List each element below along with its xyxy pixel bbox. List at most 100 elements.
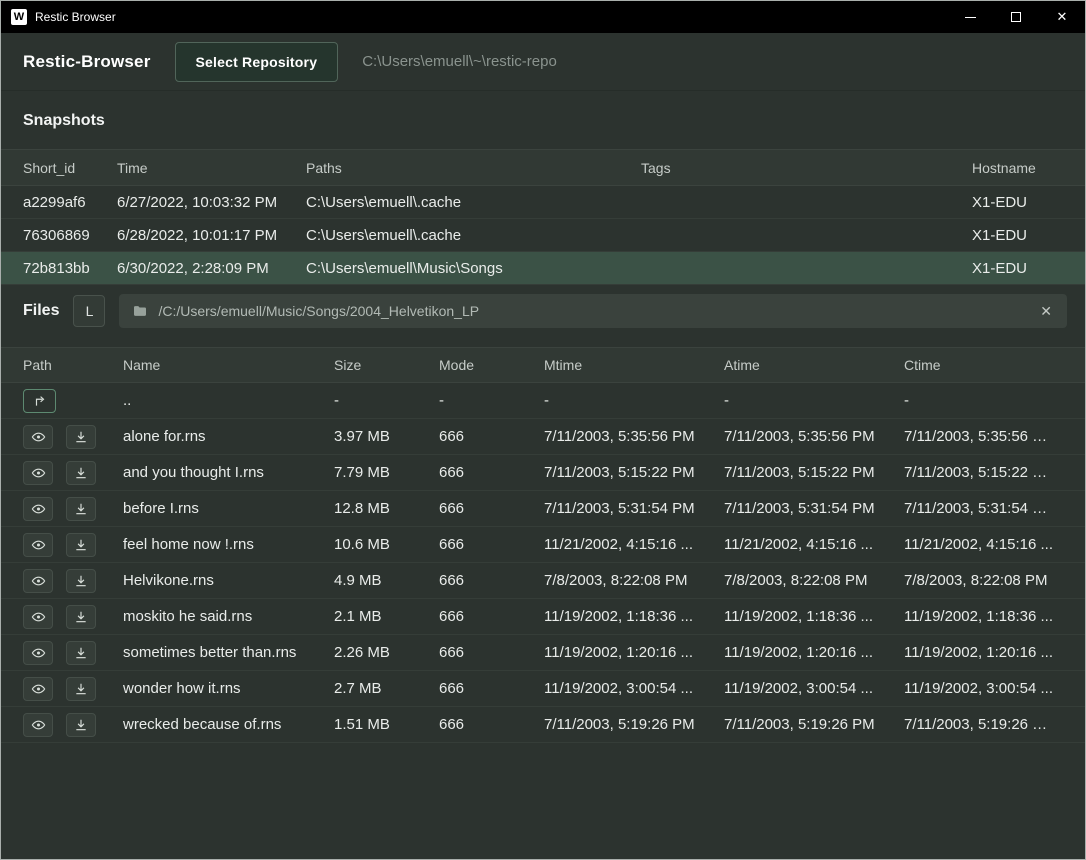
eye-icon — [30, 718, 47, 732]
parent-dir-mtime: - — [544, 392, 724, 409]
file-size: 2.26 MB — [334, 644, 439, 661]
preview-file-button[interactable] — [23, 677, 53, 701]
app-brand: Restic-Browser — [23, 52, 151, 72]
eye-icon — [30, 430, 47, 444]
eye-icon — [30, 610, 47, 624]
file-ctime: 11/19/2002, 3:00:54 ... — [904, 680, 1063, 697]
preview-file-button[interactable] — [23, 713, 53, 737]
file-ctime: 11/21/2002, 4:15:16 ... — [904, 536, 1063, 553]
files-col-name: Name — [123, 357, 334, 373]
preview-file-button[interactable] — [23, 425, 53, 449]
files-bar: Files L /C:/Users/emuell/Music/Songs/200… — [1, 285, 1085, 337]
download-file-button[interactable] — [66, 641, 96, 665]
eye-icon — [30, 646, 47, 660]
file-mtime: 11/19/2002, 1:20:16 ... — [544, 644, 724, 661]
snapshot-row[interactable]: 76306869 6/28/2022, 10:01:17 PM C:\Users… — [1, 219, 1085, 252]
file-path-input[interactable]: /C:/Users/emuell/Music/Songs/2004_Helvet… — [119, 294, 1067, 328]
go-to-parent-button[interactable] — [23, 389, 56, 413]
repo-header: Restic-Browser Select Repository C:\User… — [1, 33, 1085, 91]
file-name: and you thought I.rns — [123, 464, 334, 481]
file-atime: 7/11/2003, 5:31:54 PM — [724, 500, 904, 517]
download-file-button[interactable] — [66, 461, 96, 485]
app-logo-icon: W — [11, 9, 27, 25]
folder-icon — [132, 303, 148, 319]
app-window: W Restic Browser ✕ Restic-Browser Select… — [0, 0, 1086, 860]
snapshot-time: 6/30/2022, 2:28:09 PM — [117, 260, 306, 277]
snapshot-short-id: a2299af6 — [23, 194, 117, 211]
file-mtime: 7/11/2003, 5:15:22 PM — [544, 464, 724, 481]
file-name: wonder how it.rns — [123, 680, 334, 697]
file-atime: 11/19/2002, 1:20:16 ... — [724, 644, 904, 661]
file-mode: 666 — [439, 608, 544, 625]
file-row: before I.rns 12.8 MB 666 7/11/2003, 5:31… — [1, 491, 1085, 527]
preview-file-button[interactable] — [23, 497, 53, 521]
preview-file-button[interactable] — [23, 533, 53, 557]
file-mtime: 11/19/2002, 3:00:54 ... — [544, 680, 724, 697]
snapshot-paths: C:\Users\emuell\.cache — [306, 194, 641, 211]
files-col-ctime: Ctime — [904, 357, 1063, 373]
snapshot-time: 6/27/2022, 10:03:32 PM — [117, 194, 306, 211]
download-file-button[interactable] — [66, 605, 96, 629]
snapshots-col-short-id: Short_id — [23, 160, 117, 176]
file-row: sometimes better than.rns 2.26 MB 666 11… — [1, 635, 1085, 671]
download-file-button[interactable] — [66, 569, 96, 593]
download-file-button[interactable] — [66, 533, 96, 557]
files-root-button[interactable]: L — [73, 295, 105, 327]
preview-file-button[interactable] — [23, 641, 53, 665]
file-atime: 7/11/2003, 5:35:56 PM — [724, 428, 904, 445]
download-icon — [74, 646, 88, 660]
file-mtime: 7/11/2003, 5:35:56 PM — [544, 428, 724, 445]
window-title: Restic Browser — [35, 10, 116, 24]
files-title: Files — [23, 302, 59, 320]
titlebar-left: W Restic Browser — [1, 9, 947, 25]
snapshots-col-paths: Paths — [306, 160, 641, 176]
snapshots-col-hostname: Hostname — [972, 160, 1063, 176]
snapshot-row[interactable]: a2299af6 6/27/2022, 10:03:32 PM C:\Users… — [1, 186, 1085, 219]
download-icon — [74, 466, 88, 480]
minimize-button[interactable] — [947, 1, 993, 33]
snapshot-row[interactable]: 72b813bb 6/30/2022, 2:28:09 PM C:\Users\… — [1, 252, 1085, 285]
file-size: 2.1 MB — [334, 608, 439, 625]
file-atime: 7/11/2003, 5:19:26 PM — [724, 716, 904, 733]
file-row: Helvikone.rns 4.9 MB 666 7/8/2003, 8:22:… — [1, 563, 1085, 599]
close-button[interactable]: ✕ — [1039, 1, 1085, 33]
files-col-size: Size — [334, 357, 439, 373]
file-name: feel home now !.rns — [123, 536, 334, 553]
download-file-button[interactable] — [66, 677, 96, 701]
file-atime: 11/19/2002, 1:18:36 ... — [724, 608, 904, 625]
file-mode: 666 — [439, 572, 544, 589]
file-size: 7.79 MB — [334, 464, 439, 481]
download-file-button[interactable] — [66, 425, 96, 449]
file-row: feel home now !.rns 10.6 MB 666 11/21/20… — [1, 527, 1085, 563]
download-file-button[interactable] — [66, 497, 96, 521]
files-body: alone for.rns 3.97 MB 666 7/11/2003, 5:3… — [1, 419, 1085, 743]
snapshot-short-id: 76306869 — [23, 227, 117, 244]
files-col-mtime: Mtime — [544, 357, 724, 373]
preview-file-button[interactable] — [23, 461, 53, 485]
snapshot-hostname: X1-EDU — [972, 194, 1063, 211]
files-table-header: Path Name Size Mode Mtime Atime Ctime — [1, 347, 1085, 383]
download-file-button[interactable] — [66, 713, 96, 737]
file-name: moskito he said.rns — [123, 608, 334, 625]
download-icon — [74, 430, 88, 444]
snapshot-hostname: X1-EDU — [972, 260, 1063, 277]
snapshots-body: a2299af6 6/27/2022, 10:03:32 PM C:\Users… — [1, 186, 1085, 285]
clear-path-button[interactable]: ✕ — [1038, 303, 1054, 320]
file-size: 12.8 MB — [334, 500, 439, 517]
snapshots-title: Snapshots — [1, 91, 1085, 149]
parent-dir-ctime: - — [904, 392, 1063, 409]
file-ctime: 7/11/2003, 5:35:56 PM — [904, 428, 1063, 445]
snapshot-paths: C:\Users\emuell\.cache — [306, 227, 641, 244]
preview-file-button[interactable] — [23, 569, 53, 593]
file-mode: 666 — [439, 428, 544, 445]
file-row: wrecked because of.rns 1.51 MB 666 7/11/… — [1, 707, 1085, 743]
file-size: 4.9 MB — [334, 572, 439, 589]
maximize-button[interactable] — [993, 1, 1039, 33]
files-col-atime: Atime — [724, 357, 904, 373]
preview-file-button[interactable] — [23, 605, 53, 629]
snapshot-paths: C:\Users\emuell\Music\Songs — [306, 260, 641, 277]
file-row: moskito he said.rns 2.1 MB 666 11/19/200… — [1, 599, 1085, 635]
file-ctime: 11/19/2002, 1:18:36 ... — [904, 608, 1063, 625]
select-repository-button[interactable]: Select Repository — [175, 42, 339, 82]
files-col-path: Path — [23, 357, 123, 373]
